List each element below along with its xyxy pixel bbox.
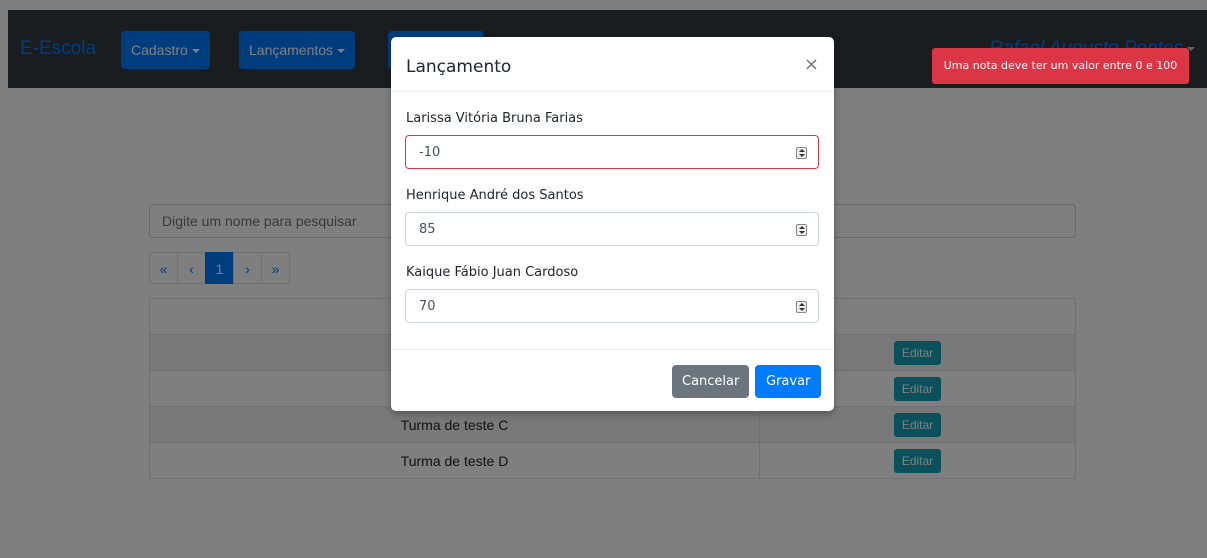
spinner-icon[interactable]	[796, 147, 807, 159]
modal-header: Lançamento ×	[391, 37, 834, 92]
grade-input[interactable]: -10	[405, 135, 819, 169]
cancel-button[interactable]: Cancelar	[672, 365, 750, 398]
grade-input[interactable]: 85	[405, 212, 819, 246]
grade-value: 70	[419, 299, 436, 314]
modal-title: Lançamento	[406, 57, 512, 77]
alert-message: Uma nota deve ter um valor entre 0 e 100	[943, 59, 1178, 72]
student-name-label: Kaique Fábio Juan Cardoso	[406, 265, 579, 280]
spinner-icon[interactable]	[796, 224, 807, 236]
grade-value: 85	[419, 222, 436, 237]
save-button[interactable]: Gravar	[755, 365, 822, 398]
grade-input[interactable]: 70	[405, 289, 819, 323]
student-name-label: Henrique André dos Santos	[406, 188, 584, 203]
validation-alert: Uma nota deve ter um valor entre 0 e 100	[932, 48, 1189, 84]
modal-footer: Cancelar Gravar	[391, 350, 834, 410]
spinner-icon[interactable]	[796, 301, 807, 313]
grade-value: -10	[419, 145, 441, 160]
close-icon[interactable]: ×	[804, 54, 819, 75]
student-name-label: Larissa Vitória Bruna Farias	[406, 111, 583, 126]
grade-entry-modal: Lançamento × Larissa Vitória Bruna Faria…	[391, 37, 834, 411]
modal-body: Larissa Vitória Bruna Farias -10 Henriqu…	[391, 92, 834, 350]
